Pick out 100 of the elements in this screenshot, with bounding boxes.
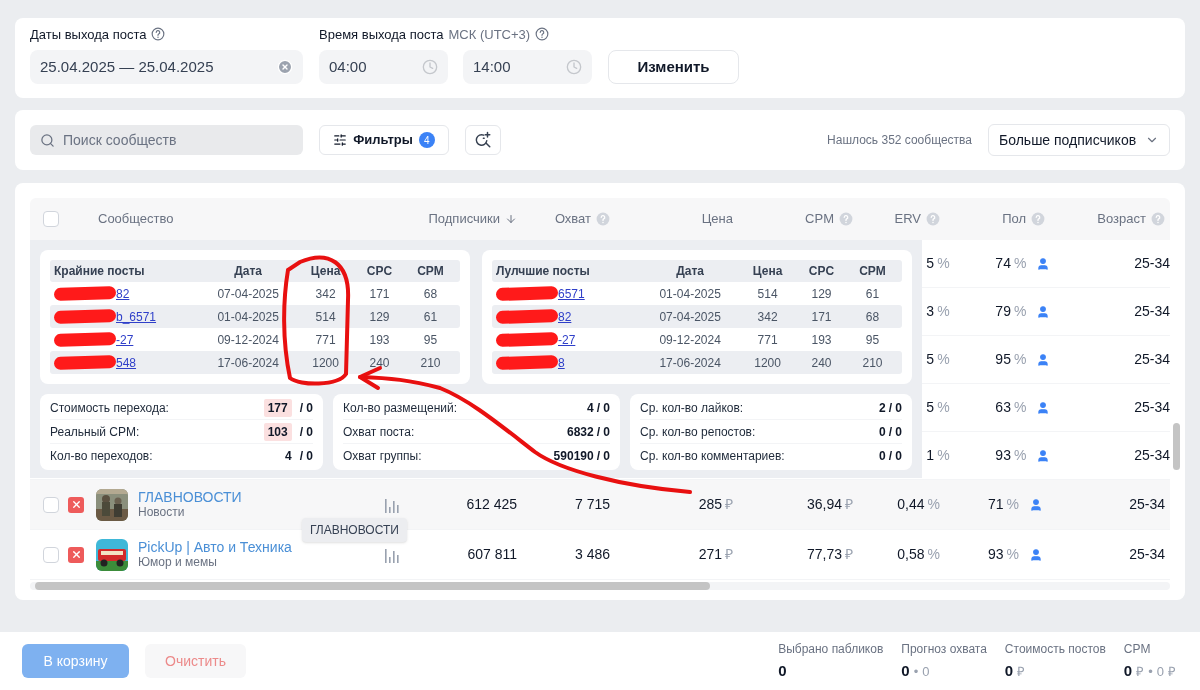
- post-link[interactable]: 6571: [558, 284, 585, 303]
- post-cpm: 95: [864, 331, 881, 349]
- row-checkbox[interactable]: [43, 546, 59, 563]
- column-header[interactable]: Сообщество: [98, 209, 174, 229]
- redaction-mark: [53, 354, 117, 371]
- change-button[interactable]: Изменить: [608, 50, 739, 84]
- time-field[interactable]: 04:00: [319, 50, 448, 84]
- posts-table-title: Крайние посты: [54, 263, 146, 280]
- sort-arrow-icon[interactable]: [505, 213, 517, 225]
- post-date: 07-04-2025: [217, 285, 279, 303]
- redaction-mark: [495, 308, 559, 325]
- redaction-mark: [53, 308, 117, 325]
- post-link[interactable]: -27: [558, 330, 576, 349]
- summary-value: 0: [922, 662, 930, 681]
- post-price: 1200: [753, 354, 782, 372]
- stat-label: Реальный CPM:: [50, 423, 140, 441]
- select-all-checkbox[interactable]: [43, 211, 59, 227]
- filters-button[interactable]: Фильтры 4: [319, 125, 449, 155]
- redaction-mark: [495, 331, 559, 348]
- cell-value: 93: [987, 545, 1004, 564]
- column-header[interactable]: Цена: [701, 209, 733, 229]
- cell-value: 36,94: [806, 495, 842, 514]
- summary-label: Прогноз охвата: [901, 640, 987, 658]
- cell-value: 77,73: [806, 545, 842, 564]
- remove-button[interactable]: [68, 496, 84, 513]
- post-price: 771: [314, 331, 337, 349]
- stat-label: Ср. кол-во репостов:: [640, 423, 756, 441]
- stat-value: 2: [878, 399, 886, 417]
- community-category: Юмор и мемы: [138, 554, 218, 570]
- stats-icon[interactable]: [384, 546, 400, 563]
- post-link[interactable]: b_6571: [116, 307, 157, 326]
- time-field[interactable]: 14:00: [463, 50, 592, 84]
- post-cpm: 61: [864, 285, 881, 303]
- summary-label: CPM: [1123, 640, 1152, 658]
- community-link[interactable]: PickUp | Авто и Техника: [138, 539, 292, 555]
- subscribers-cell: 607 811: [467, 546, 517, 562]
- unit-label: %: [1013, 350, 1027, 369]
- help-icon[interactable]: [151, 27, 166, 42]
- post-link[interactable]: -27: [116, 330, 134, 349]
- post-link[interactable]: 82: [558, 307, 572, 326]
- summary-label: Выбрано пабликов: [778, 640, 884, 658]
- posts-column-header: CPM: [858, 263, 887, 280]
- clear-icon[interactable]: [277, 59, 293, 75]
- age-cell: 25-34: [1129, 546, 1165, 562]
- sort-select[interactable]: Больше подписчиков: [988, 124, 1170, 156]
- posts-column-header: Дата: [233, 263, 263, 280]
- stat-total: / 0: [888, 448, 902, 465]
- cell-value: 5: [926, 398, 935, 417]
- stat-label: Ср. кол-во комментариев:: [640, 448, 785, 465]
- unit-label: %: [927, 545, 940, 564]
- cell-value: 95: [995, 350, 1011, 369]
- person-icon: [1029, 547, 1043, 562]
- smart-search-button[interactable]: [465, 125, 501, 155]
- cell-value: 93: [995, 446, 1011, 465]
- vertical-scrollbar-thumb[interactable]: [1173, 423, 1180, 470]
- post-cpc: 171: [810, 308, 833, 326]
- post-link[interactable]: 82: [116, 284, 130, 303]
- stat-label: Кол-во размещений:: [343, 399, 458, 417]
- column-header[interactable]: CPM: [805, 209, 853, 229]
- column-header[interactable]: ERV: [894, 209, 940, 229]
- search-field[interactable]: Поиск сообществ: [30, 125, 303, 155]
- clock-icon: [422, 59, 438, 75]
- time-zone-label: МСК (UTC+3): [448, 25, 531, 44]
- post-date: 09-12-2024: [217, 331, 279, 349]
- cell-value: 271: [698, 545, 722, 564]
- date-range-field[interactable]: 25.04.2025 — 25.04.2025: [30, 50, 303, 84]
- age-cell: 25-34: [1134, 447, 1170, 463]
- summary-value: 0: [1123, 660, 1133, 681]
- community-category: Новости: [138, 504, 186, 520]
- person-icon: [1036, 448, 1051, 463]
- close-icon: [70, 499, 82, 510]
- person-icon: [1036, 400, 1051, 415]
- summary-value: ₽: [1017, 662, 1026, 681]
- stats-icon[interactable]: [384, 496, 400, 513]
- column-header[interactable]: Подписчики: [428, 209, 517, 229]
- summary-label: Стоимость постов: [1004, 640, 1106, 658]
- column-header[interactable]: Возраст: [1097, 209, 1165, 229]
- column-header[interactable]: Пол: [1002, 209, 1045, 229]
- clock-icon: [566, 59, 582, 75]
- summary-value: 0: [901, 660, 910, 681]
- posts-column-header: Дата: [675, 263, 705, 280]
- stat-label: Кол-во переходов:: [50, 448, 153, 465]
- post-link[interactable]: 8: [558, 353, 565, 372]
- column-header[interactable]: Охват: [554, 209, 610, 229]
- cell-value: 285: [698, 495, 722, 514]
- unit-label: ₽: [725, 495, 733, 514]
- redaction-mark: [53, 285, 117, 302]
- person-icon: [1036, 352, 1051, 367]
- posts-column-header: CPC: [807, 263, 836, 280]
- horizontal-scrollbar-thumb[interactable]: [35, 582, 710, 590]
- help-icon[interactable]: [535, 27, 550, 42]
- remove-button[interactable]: [68, 546, 84, 563]
- post-date: 17-06-2024: [659, 354, 721, 372]
- unit-label: %: [1006, 545, 1019, 564]
- summary-value: 0: [778, 660, 787, 681]
- unit-label: %: [927, 495, 940, 514]
- row-checkbox[interactable]: [43, 496, 59, 513]
- posts-column-header: Цена: [309, 263, 342, 280]
- post-link[interactable]: 548: [116, 353, 137, 372]
- post-price: 514: [756, 285, 779, 303]
